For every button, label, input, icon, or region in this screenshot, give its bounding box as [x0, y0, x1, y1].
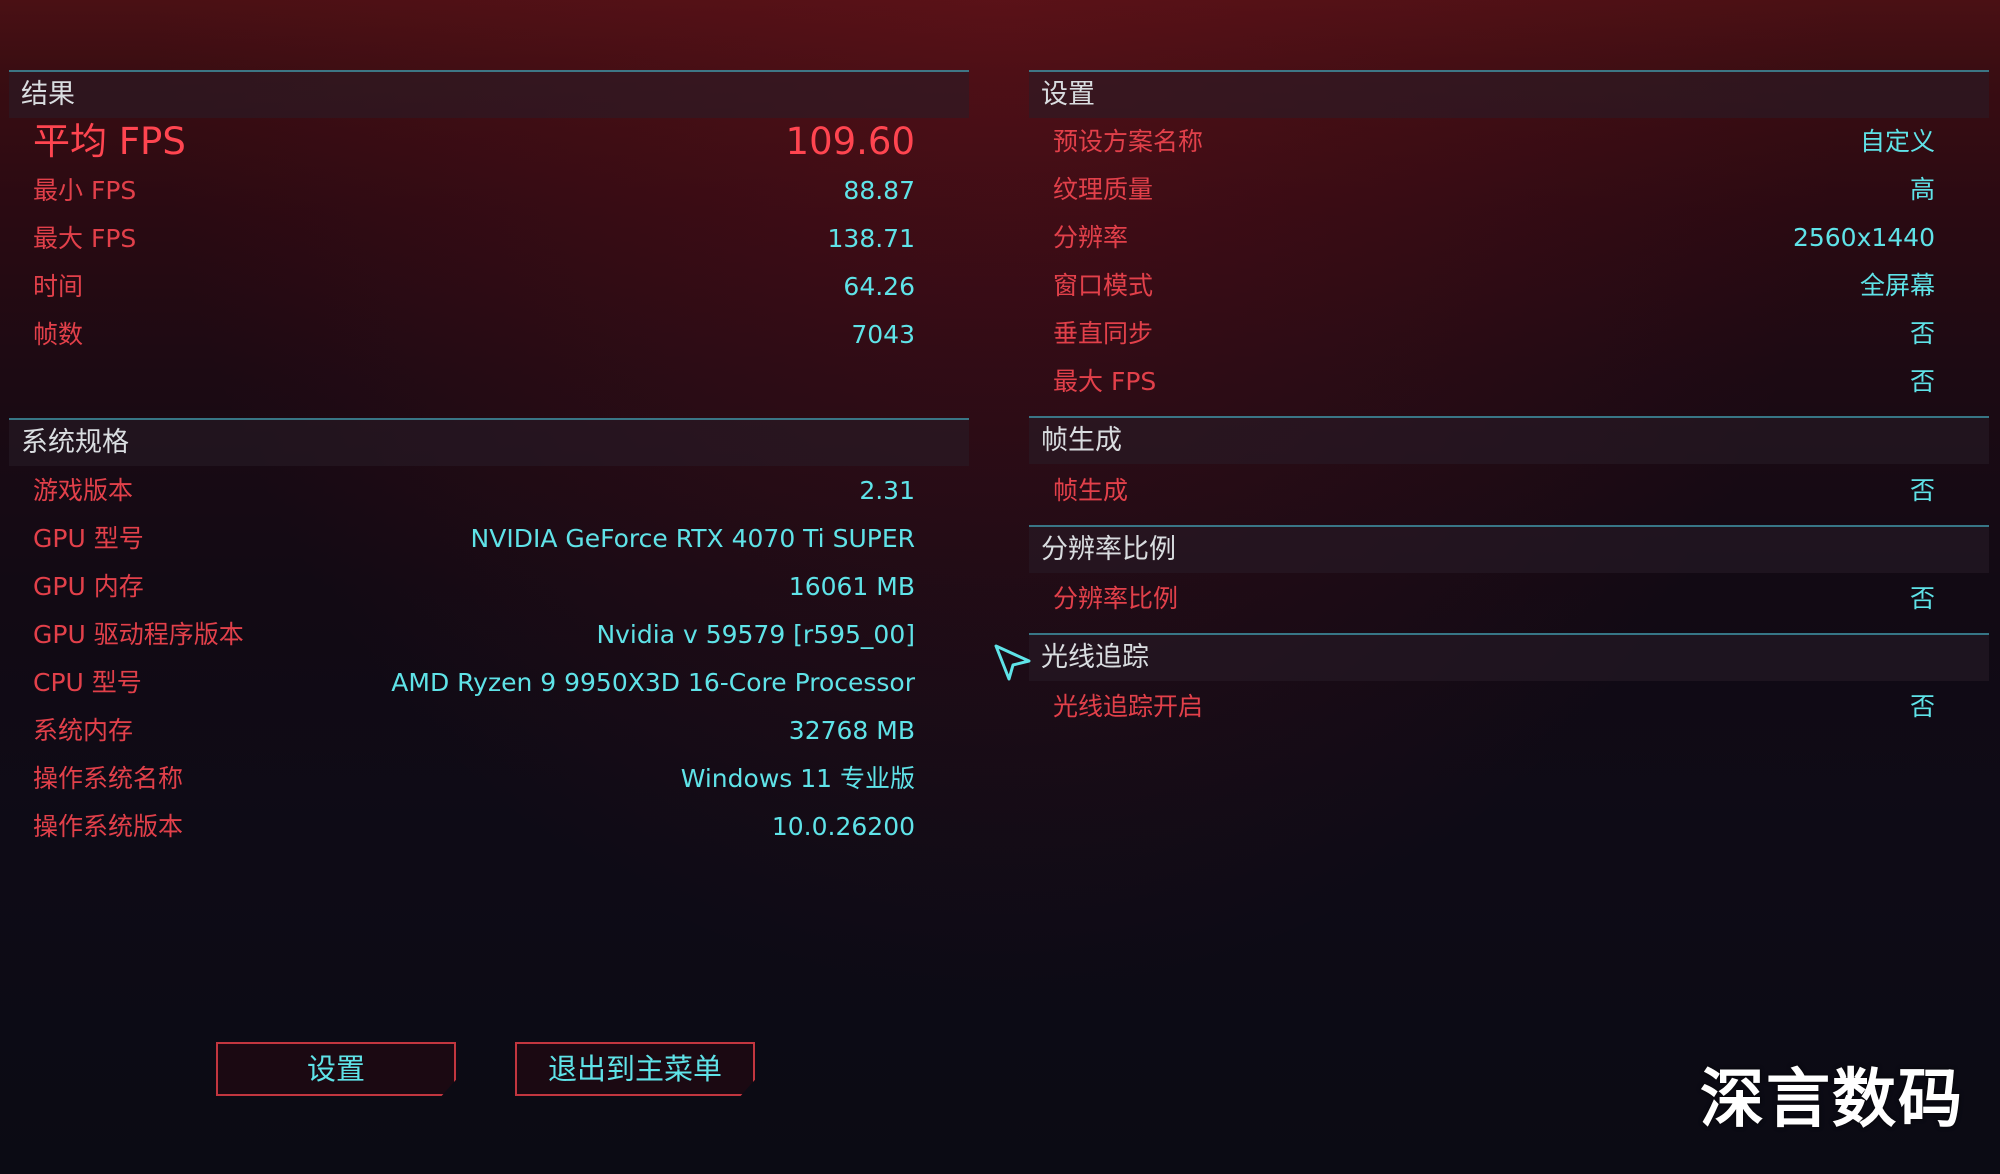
setting-label: 纹理质量 — [1053, 175, 1154, 204]
spec-value: 16061 MB — [788, 572, 915, 601]
spec-value: NVIDIA GeForce RTX 4070 Ti SUPER — [470, 524, 915, 553]
spec-label: GPU 型号 — [33, 524, 144, 553]
spec-label: 系统内存 — [33, 716, 134, 745]
spec-row-game-version: 游戏版本 2.31 — [33, 469, 915, 513]
spec-row-gpu-memory: GPU 内存 16061 MB — [33, 565, 915, 609]
spec-row-cpu-model: CPU 型号 AMD Ryzen 9 9950X3D 16-Core Proce… — [33, 661, 915, 705]
spec-label: 游戏版本 — [33, 476, 134, 505]
setting-value: 否 — [1909, 319, 1935, 348]
frame-gen-label: 帧生成 — [1053, 476, 1129, 505]
spec-row-os-name: 操作系统名称 Windows 11 专业版 — [33, 757, 915, 801]
spec-row-gpu-model: GPU 型号 NVIDIA GeForce RTX 4070 Ti SUPER — [33, 517, 915, 561]
result-value: 88.87 — [843, 176, 915, 205]
result-row-time: 时间 64.26 — [33, 265, 915, 309]
ray-tracing-header: 光线追踪 — [1029, 635, 1989, 681]
spec-row-os-version: 操作系统版本 10.0.26200 — [33, 805, 915, 849]
frame-gen-value: 否 — [1909, 476, 1935, 505]
spec-value: 32768 MB — [788, 716, 915, 745]
result-label: 最大 FPS — [33, 224, 137, 253]
watermark-text: 深言数码 — [1700, 1063, 1964, 1137]
result-row-min-fps: 最小 FPS 88.87 — [33, 169, 915, 213]
setting-row-texture-quality: 纹理质量 高 — [1053, 168, 1935, 212]
setting-label: 最大 FPS — [1053, 367, 1157, 396]
result-value: 64.26 — [843, 272, 915, 301]
setting-row-resolution: 分辨率 2560x1440 — [1053, 216, 1935, 260]
avg-fps-value: 109.60 — [785, 120, 915, 163]
spec-label: 操作系统版本 — [33, 812, 184, 841]
resolution-scaling-header: 分辨率比例 — [1029, 527, 1989, 573]
setting-row-preset: 预设方案名称 自定义 — [1053, 120, 1935, 164]
result-label: 最小 FPS — [33, 176, 137, 205]
resolution-scaling-label: 分辨率比例 — [1053, 584, 1179, 613]
setting-label: 分辨率 — [1053, 223, 1129, 252]
frame-gen-header: 帧生成 — [1029, 418, 1989, 464]
spec-label: CPU 型号 — [33, 668, 142, 697]
spec-value: Nvidia v 59579 [r595_00] — [596, 620, 915, 649]
setting-value: 否 — [1909, 367, 1935, 396]
setting-label: 预设方案名称 — [1053, 127, 1204, 156]
spec-value: Windows 11 专业版 — [680, 764, 915, 793]
ray-tracing-value: 否 — [1909, 692, 1935, 721]
ray-tracing-label: 光线追踪开启 — [1053, 692, 1204, 721]
ray-tracing-row: 光线追踪开启 否 — [1053, 685, 1935, 729]
avg-fps-label: 平均 FPS — [33, 120, 186, 163]
spec-row-system-memory: 系统内存 32768 MB — [33, 709, 915, 753]
result-row-frames: 帧数 7043 — [33, 313, 915, 357]
spec-value: 10.0.26200 — [771, 812, 915, 841]
result-value: 7043 — [851, 320, 915, 349]
spec-label: 操作系统名称 — [33, 764, 184, 793]
results-header: 结果 — [9, 72, 969, 118]
spec-label: GPU 内存 — [33, 572, 144, 601]
cursor-icon — [994, 644, 1031, 681]
spec-value: 2.31 — [859, 476, 915, 505]
result-row-max-fps: 最大 FPS 138.71 — [33, 217, 915, 261]
setting-value: 高 — [1909, 175, 1935, 204]
setting-value: 2560x1440 — [1792, 223, 1935, 252]
result-label: 帧数 — [33, 320, 84, 349]
resolution-scaling-value: 否 — [1909, 584, 1935, 613]
setting-row-window-mode: 窗口模式 全屏幕 — [1053, 264, 1935, 308]
setting-row-max-fps: 最大 FPS 否 — [1053, 360, 1935, 404]
setting-label: 窗口模式 — [1053, 271, 1154, 300]
result-label: 时间 — [33, 272, 84, 301]
result-value: 138.71 — [827, 224, 915, 253]
setting-value: 自定义 — [1859, 127, 1935, 156]
spec-row-gpu-driver: GPU 驱动程序版本 Nvidia v 59579 [r595_00] — [33, 613, 915, 657]
frame-gen-row: 帧生成 否 — [1053, 469, 1935, 513]
system-specs-header: 系统规格 — [9, 420, 969, 466]
settings-header: 设置 — [1029, 72, 1989, 118]
setting-value: 全屏幕 — [1859, 271, 1935, 300]
exit-to-main-menu-button[interactable]: 退出到主菜单 — [515, 1042, 755, 1096]
spec-value: AMD Ryzen 9 9950X3D 16-Core Processor — [391, 668, 915, 697]
avg-fps-row: 平均 FPS 109.60 — [33, 117, 915, 167]
resolution-scaling-row: 分辨率比例 否 — [1053, 577, 1935, 621]
settings-button[interactable]: 设置 — [216, 1042, 456, 1096]
setting-row-vsync: 垂直同步 否 — [1053, 312, 1935, 356]
setting-label: 垂直同步 — [1053, 319, 1154, 348]
spec-label: GPU 驱动程序版本 — [33, 620, 244, 649]
